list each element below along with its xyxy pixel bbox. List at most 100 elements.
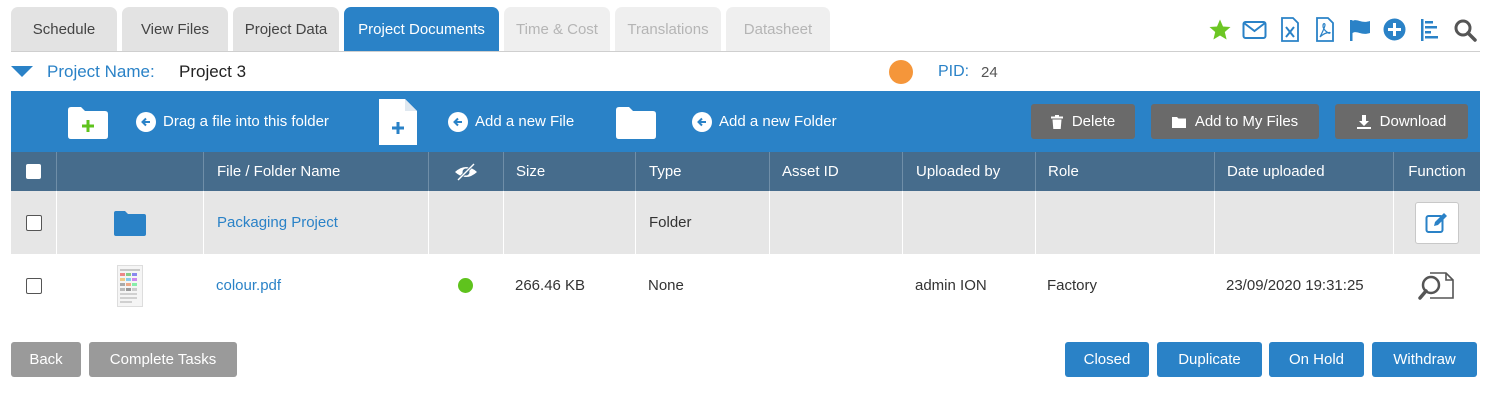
visibility-header[interactable] [428, 152, 503, 191]
documents-toolbar: Drag a file into this folder Add a new F… [11, 91, 1480, 152]
pdf-thumbnail[interactable] [116, 264, 143, 307]
flag-icon[interactable] [1347, 17, 1372, 42]
project-name-label: Project Name: [47, 62, 155, 81]
trash-icon [1050, 114, 1063, 129]
uploaded-by-cell [902, 191, 1035, 254]
edit-button[interactable] [1415, 201, 1459, 244]
function-cell [1393, 254, 1480, 317]
add-file-action[interactable]: Add a new File [448, 91, 574, 152]
mail-icon[interactable] [1242, 17, 1267, 42]
folder-name-link[interactable]: Packaging Project [217, 214, 338, 231]
drag-file-label: Drag a file into this folder [163, 113, 329, 130]
folder-icon[interactable] [114, 210, 146, 236]
preview-document-icon[interactable] [1417, 271, 1456, 301]
add-folder-label: Add a new Folder [719, 113, 837, 130]
function-cell [1393, 191, 1480, 254]
file-name-link[interactable]: colour.pdf [216, 277, 281, 294]
asset-id-cell [769, 191, 902, 254]
thumbnail-header [56, 152, 203, 191]
date-header[interactable]: Date uploaded [1214, 152, 1393, 191]
arrow-left-icon [136, 111, 156, 132]
download-button[interactable]: Download [1335, 104, 1468, 139]
select-all-checkbox[interactable] [26, 164, 41, 179]
folder-icon [1171, 116, 1186, 128]
edit-icon [1425, 212, 1447, 233]
arrow-left-icon [448, 111, 468, 132]
upload-folder-drop-icon[interactable] [66, 91, 110, 152]
date-cell: 23/09/2020 19:31:25 [1226, 277, 1364, 294]
delete-button[interactable]: Delete [1031, 104, 1135, 139]
asset-id-header[interactable]: Asset ID [769, 152, 902, 191]
row-checkbox[interactable] [25, 214, 42, 231]
name-cell: colour.pdf [203, 254, 428, 317]
row-checkbox[interactable] [25, 277, 42, 294]
type-cell: None [648, 277, 684, 294]
download-label: Download [1379, 113, 1447, 130]
list-icon[interactable] [1417, 17, 1442, 42]
visibility-cell [428, 191, 503, 254]
tab-datasheet: Datasheet [726, 7, 830, 51]
download-icon [1356, 114, 1371, 129]
visibility-cell [428, 254, 503, 317]
tab-divider [11, 51, 1480, 52]
tab-translations: Translations [615, 7, 721, 51]
table-header: File / Folder Name Size Type Asset ID Up… [11, 152, 1480, 191]
function-header: Function [1393, 152, 1480, 191]
table-row[interactable]: Packaging Project Folder [11, 191, 1480, 254]
tab-view-files[interactable]: View Files [122, 7, 228, 51]
role-header[interactable]: Role [1035, 152, 1214, 191]
search-icon[interactable] [1452, 17, 1477, 42]
withdraw-button[interactable]: Withdraw [1372, 342, 1477, 377]
type-cell: Folder [635, 191, 769, 254]
plus-circle-icon[interactable] [1382, 17, 1407, 42]
add-folder-action[interactable]: Add a new Folder [692, 91, 837, 152]
thumbnail-cell [56, 254, 203, 317]
select-all-cell [11, 152, 56, 191]
project-header: Project Name: Project 3 PID: 24 [11, 58, 1480, 86]
add-to-my-files-button[interactable]: Add to My Files [1151, 104, 1319, 139]
pid-value: 24 [981, 64, 998, 81]
duplicate-button[interactable]: Duplicate [1157, 342, 1262, 377]
drag-file-action[interactable]: Drag a file into this folder [136, 91, 329, 152]
arrow-left-icon [692, 111, 712, 132]
collapse-caret-icon[interactable] [11, 66, 33, 77]
table-row[interactable]: colour.pdf 266.46 KB None admin ION Fact… [11, 254, 1480, 317]
pdf-icon[interactable] [1312, 17, 1337, 42]
back-button[interactable]: Back [11, 342, 81, 377]
name-header[interactable]: File / Folder Name [203, 152, 428, 191]
role-cell: Factory [1047, 277, 1098, 294]
tab-project-documents[interactable]: Project Documents [344, 7, 499, 51]
tab-bar: Schedule View Files Project Data Project… [11, 7, 830, 51]
size-cell [503, 191, 635, 254]
uploaded-by-header[interactable]: Uploaded by [902, 152, 1035, 191]
add-file-icon[interactable] [378, 91, 418, 152]
asset-id-cell [769, 254, 902, 317]
star-icon[interactable] [1207, 17, 1232, 42]
role-cell [1035, 191, 1214, 254]
project-name-value: Project 3 [179, 62, 247, 81]
on-hold-button[interactable]: On Hold [1269, 342, 1364, 377]
date-cell [1214, 191, 1393, 254]
tab-project-data[interactable]: Project Data [233, 7, 339, 51]
add-file-label: Add a new File [475, 113, 575, 130]
tab-schedule[interactable]: Schedule [11, 7, 117, 51]
excel-icon[interactable] [1277, 17, 1302, 42]
header-icon-bar [1207, 17, 1477, 42]
delete-label: Delete [1071, 113, 1116, 130]
size-cell: 266.46 KB [515, 277, 586, 294]
project-status-dot [889, 60, 913, 84]
complete-tasks-button[interactable]: Complete Tasks [89, 342, 237, 377]
closed-button[interactable]: Closed [1065, 342, 1149, 377]
uploaded-by-cell: admin ION [915, 277, 987, 294]
type-header[interactable]: Type [635, 152, 769, 191]
eye-slash-icon [455, 162, 477, 181]
row-select-cell [11, 254, 56, 317]
add-to-my-files-label: Add to My Files [1194, 113, 1299, 130]
row-select-cell [11, 191, 56, 254]
add-folder-icon[interactable] [614, 91, 658, 152]
size-header[interactable]: Size [503, 152, 635, 191]
pid-label: PID: [938, 63, 970, 80]
visible-status-dot [458, 278, 473, 293]
thumbnail-cell [56, 191, 203, 254]
name-cell: Packaging Project [203, 191, 428, 254]
